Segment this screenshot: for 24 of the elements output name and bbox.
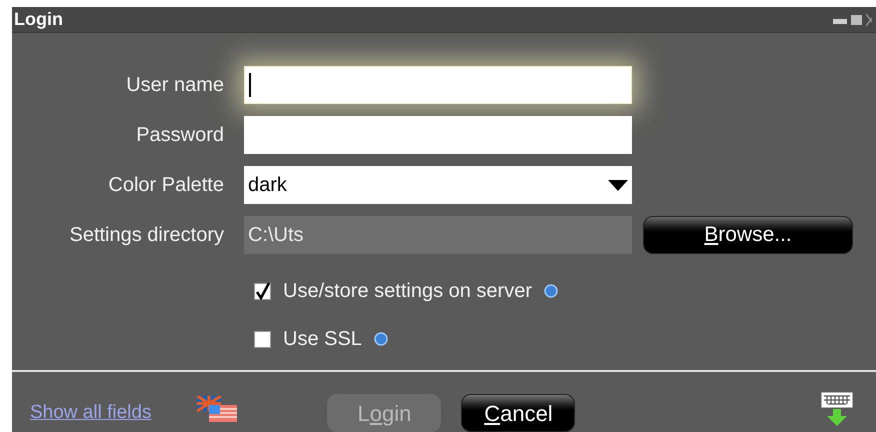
field-label: Color Palette xyxy=(107,173,225,198)
checkbox[interactable] xyxy=(254,330,271,348)
text-field[interactable] xyxy=(244,116,632,154)
browse-button[interactable]: Browse... xyxy=(643,216,853,254)
text-field[interactable] xyxy=(244,66,632,104)
field-label: Settings directory xyxy=(68,223,225,248)
window-title: Login xyxy=(13,8,63,31)
text-cursor xyxy=(249,73,251,97)
field-label: User name xyxy=(125,73,225,98)
help-icon[interactable] xyxy=(544,284,558,298)
keyboard-download-icon[interactable] xyxy=(820,391,856,427)
cancel-button[interactable]: Cancel xyxy=(461,394,576,432)
maximize-icon[interactable] xyxy=(851,14,862,24)
option-label[interactable]: Use SSL xyxy=(283,324,362,354)
flag-icon[interactable] xyxy=(197,396,240,422)
checkmark-icon xyxy=(255,282,270,300)
help-icon[interactable] xyxy=(374,332,388,346)
palette-dropdown[interactable]: dark xyxy=(244,166,632,204)
checkbox[interactable] xyxy=(254,282,271,300)
close-icon[interactable] xyxy=(866,14,872,26)
directory-field[interactable]: C:\Uts xyxy=(244,216,632,254)
dropdown-arrow-icon xyxy=(608,180,628,190)
field-label: Password xyxy=(135,123,225,148)
option-label[interactable]: Use/store settings on server xyxy=(283,276,532,306)
